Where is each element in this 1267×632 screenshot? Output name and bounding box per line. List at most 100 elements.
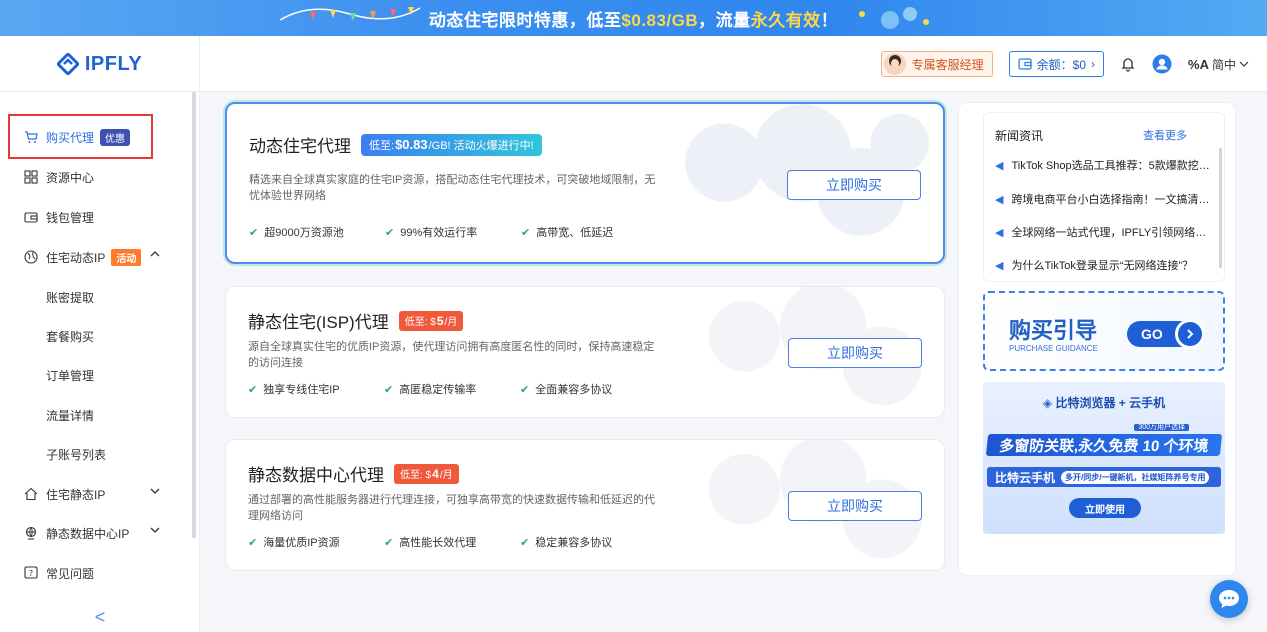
check-icon: ✔ (384, 536, 394, 549)
guide-subtitle: PURCHASE GUIDANCE (1009, 344, 1098, 353)
guide-go-button[interactable]: GO (1127, 319, 1205, 349)
chevron-down-icon (1239, 61, 1249, 67)
cart-icon (24, 130, 38, 144)
product-card-dynamic-residential: 动态住宅代理 低至: $0.83/GB! 活动火爆进行中! 精选来自全球真实家庭的… (225, 102, 945, 264)
sidebar-item-residential-static-ip[interactable]: 住宅静态IP (0, 475, 190, 513)
wallet-icon (24, 210, 38, 224)
check-icon: ✔ (249, 226, 259, 239)
bell-icon[interactable] (1120, 56, 1136, 72)
grid-icon (24, 170, 38, 184)
chat-button[interactable] (1210, 580, 1248, 618)
sidebar-item-label: 订单管理 (46, 368, 95, 383)
sidebar-item-static-datacenter-ip[interactable]: 静态数据中心IP (0, 514, 190, 552)
card-description: 源自全球真实住宅的优质IP资源，使代理访问拥有高度匿名性的同时，保持高速稳定的访… (248, 341, 655, 369)
promo-banner[interactable]: 动态住宅限时特惠，低至$0.83/GB，流量永久有效！ (0, 0, 1267, 36)
product-card-static-isp: 静态住宅(ISP)代理 低至: $5/月 源自全球真实住宅的优质IP资源，使代理… (225, 286, 945, 418)
feature-item: ✔ 稳定兼容多协议 (520, 536, 613, 550)
sidebar-item-account-extract[interactable]: 账密提取 (0, 278, 190, 316)
manager-avatar (883, 53, 906, 75)
purchase-guide-banner[interactable]: 购买引导 PURCHASE GUIDANCE GO (983, 291, 1225, 371)
language-selector[interactable]: %A 简中 (1188, 56, 1249, 73)
logo-icon (56, 53, 79, 75)
sidebar-item-buy-proxy[interactable]: 购买代理 优惠 (0, 118, 190, 156)
banner-decoration (279, 7, 421, 21)
globe-icon (24, 250, 38, 264)
price-tag: 低至: $4/月 (394, 463, 459, 484)
sidebar-item-label: 住宅动态IP (46, 250, 106, 265)
sidebar-item-label: 常见问题 (46, 566, 95, 581)
sidebar-item-label: 账密提取 (46, 290, 95, 305)
guide-title: 购买引导 (1009, 318, 1098, 343)
bitbrowser-ad-banner[interactable]: ◈ 比特浏览器 + 云手机 300万用户选择 多窗防关联,永久免费 10 个环境… (983, 382, 1225, 534)
card-features: ✔ 独享专线住宅IP ✔ 高匿稳定传输率 ✔ 全面兼容多协议 (248, 381, 656, 397)
chevron-up-icon[interactable] (150, 251, 160, 257)
sidebar-item-faq[interactable]: ? 常见问题 (0, 554, 190, 592)
sidebar-item-label: 套餐购买 (46, 329, 95, 344)
feature-item: ✔ 海量优质IP资源 (248, 536, 340, 550)
speaker-icon: ◀︎ (995, 226, 1004, 239)
card-title: 静态住宅(ISP)代理 低至: $5/月 (248, 308, 464, 333)
news-item[interactable]: ◀︎全球网络一站式代理，IPFLY引领网络代理新… (995, 224, 1210, 240)
speaker-icon: ◀︎ (995, 193, 1004, 206)
balance-button[interactable]: 余额：$0 › (1008, 51, 1105, 77)
sidebar-item-residential-dynamic-ip[interactable]: 住宅动态IP 活动 (0, 238, 190, 276)
buy-now-button[interactable]: 立即购买 (788, 338, 922, 368)
buy-now-button[interactable]: 立即购买 (788, 491, 922, 521)
home-icon (24, 487, 38, 501)
check-icon: ✔ (248, 383, 258, 396)
activity-badge: 活动 (111, 248, 142, 266)
language-label: 简中 (1211, 57, 1236, 72)
banner-coins-decoration (859, 7, 929, 29)
speaker-icon: ◀︎ (995, 259, 1004, 272)
card-features: ✔ 海量优质IP资源 ✔ 高性能长效代理 ✔ 稳定兼容多协议 (248, 534, 656, 550)
feature-item: ✔ 高带宽、低延迟 (521, 226, 614, 240)
sidebar-item-resource-center[interactable]: 资源中心 (0, 158, 190, 196)
card-title: 静态数据中心代理 低至: $4/月 (248, 461, 459, 486)
buy-now-button[interactable]: 立即购买 (787, 170, 921, 200)
check-icon: ✔ (385, 226, 395, 239)
ad-headline: 多窗防关联,永久免费 10 个环境 (985, 434, 1223, 456)
balance-label: 余额：$0 (1036, 57, 1087, 72)
check-icon: ✔ (520, 383, 530, 396)
sidebar-item-label: 住宅静态IP (46, 487, 106, 502)
balance-arrow-icon: › (1091, 57, 1096, 71)
price-tag: 低至: $0.83/GB! 活动火爆进行中! (361, 133, 542, 156)
news-item[interactable]: ◀︎ 为什么TikTok登录显示“无网络连接”？ (995, 257, 1210, 273)
feature-item: ✔ 全面兼容多协议 (520, 383, 613, 397)
user-avatar-icon[interactable] (1152, 54, 1172, 74)
sidebar-collapse-button[interactable]: < (0, 602, 200, 632)
ad-brand: ◈ 比特浏览器 + 云手机 (1042, 396, 1166, 410)
translate-icon: %A (1188, 56, 1209, 72)
sidebar-item-wallet[interactable]: 钱包管理 (0, 198, 190, 236)
wallet-icon (1018, 58, 1032, 70)
price-tag: 低至: $5/月 (398, 310, 464, 331)
sidebar-item-package-buy[interactable]: 套餐购买 (0, 317, 190, 355)
news-item[interactable]: ◀︎ TikTok Shop选品工具推荐：5款爆款挖掘神器 (995, 157, 1210, 173)
check-icon: ✔ (384, 383, 394, 396)
feature-item: ✔ 高匿稳定传输率 (384, 383, 477, 397)
feature-item: ✔ 超9000万资源池 (249, 226, 344, 240)
sidebar-item-label: 静态数据中心IP (46, 526, 130, 541)
news-item[interactable]: ◀︎ 跨境电商平台小白选择指南！一文搞清平台… (995, 191, 1210, 207)
sidebar-item-label: 子账号列表 (46, 447, 107, 462)
card-features: ✔ 超9000万资源池 ✔ 99%有效运行率 ✔ 高带宽、低延迟 (249, 224, 657, 240)
sidebar-item-label: 资源中心 (46, 170, 95, 185)
check-icon: ✔ (521, 226, 531, 239)
server-network-icon (24, 526, 38, 540)
logo[interactable]: IPFLY (0, 36, 200, 92)
chevron-down-icon[interactable] (150, 488, 160, 494)
customer-manager-button[interactable]: 专属客服经理 (880, 51, 993, 77)
sidebar-item-traffic-details[interactable]: 流量详情 (0, 396, 190, 434)
chevron-down-icon[interactable] (150, 527, 160, 533)
sidebar-item-orders[interactable]: 订单管理 (0, 356, 190, 394)
discount-badge: 优惠 (100, 128, 131, 146)
product-card-static-datacenter: 静态数据中心代理 低至: $4/月 通过部署的高性能服务器进行代理连接，可独享高… (225, 439, 945, 571)
speaker-icon: ◀︎ (995, 159, 1004, 172)
sidebar-scrollbar[interactable] (192, 92, 196, 538)
ad-use-now-button[interactable]: 立即使用 (1069, 498, 1141, 518)
sidebar-item-label: 流量详情 (46, 408, 95, 423)
shield-icon: ◈ (1042, 396, 1053, 410)
top-header: IPFLY 专属客服经理 余额：$0 › %A 简中 (0, 36, 1267, 92)
sidebar-item-sub-accounts[interactable]: 子账号列表 (0, 435, 190, 473)
news-scrollbar[interactable] (1219, 148, 1222, 268)
